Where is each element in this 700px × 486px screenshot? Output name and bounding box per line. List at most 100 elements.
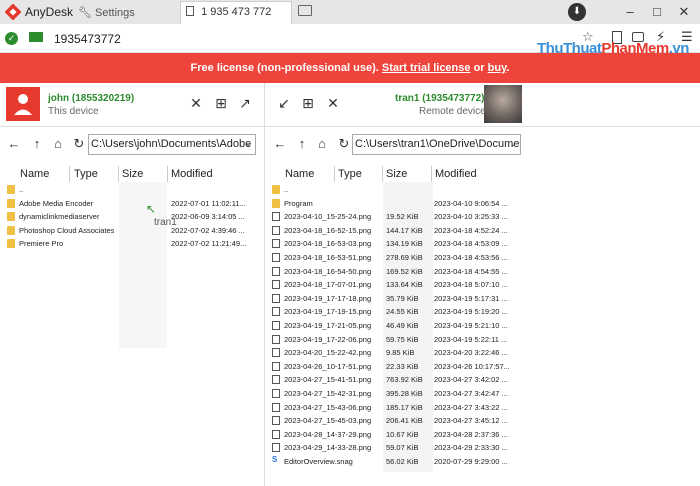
file-row[interactable]: 2023-04-18_16-52-15.png 144.17 KiB 2023-04… (265, 224, 700, 238)
local-path-input[interactable]: C:\Users\john\Documents\Adobe ⌄ (88, 134, 256, 155)
column-separator[interactable] (431, 166, 432, 182)
file-row[interactable]: Premiere Pro 2022-07-02 11:21:49... (0, 237, 264, 251)
upload-arrow-icon[interactable]: ↗ (236, 94, 254, 112)
col-name[interactable]: Name (285, 168, 314, 180)
file-name: 2023-04-28_14-37-29.png (284, 429, 372, 439)
image-file-icon (272, 266, 280, 276)
up-icon[interactable]: ↑ (294, 136, 310, 152)
col-modified[interactable]: Modified (435, 168, 477, 180)
folder-icon (7, 185, 15, 194)
menu-download-button[interactable]: ⬇ (568, 3, 586, 21)
file-size: 19.52 KiB (386, 212, 419, 222)
file-modified: 2022-07-01 11:02:11... (171, 198, 246, 208)
address-input[interactable]: 1935473772 (54, 32, 121, 46)
image-file-icon (272, 212, 280, 222)
download-arrow-icon[interactable]: ↙ (275, 94, 293, 112)
refresh-icon[interactable]: ↻ (71, 136, 87, 152)
file-name: 2023-04-27_15-43-06.png (284, 402, 372, 412)
column-separator[interactable] (118, 166, 119, 182)
new-folder-icon[interactable]: ⊞ (299, 94, 317, 112)
file-name: 2023-04-18_16-53-51.png (284, 253, 372, 262)
col-type[interactable]: Type (74, 168, 98, 180)
col-modified[interactable]: Modified (171, 168, 213, 180)
file-row[interactable]: .. (0, 183, 264, 197)
image-file-icon (272, 225, 280, 235)
file-row[interactable]: 2023-04-19_17-22-06.png 59.75 KiB 2023-04-… (265, 333, 700, 347)
maximize-button[interactable]: □ (648, 3, 666, 21)
file-row[interactable]: Program 2023-04-10 9:06:54 ... (265, 197, 700, 211)
file-row[interactable]: dynamiclinkmediaserver 2022-06-09 3:14:05… (0, 210, 264, 224)
home-icon[interactable]: ⌂ (314, 136, 330, 152)
file-modified: 2023-04-18 4:52:24 ... (434, 225, 508, 235)
file-row[interactable]: 2023-04-27_15-45-03.png 206.41 KiB 2023-04… (265, 414, 700, 428)
file-row[interactable]: 2023-04-28_14-37-29.png 10.67 KiB 2023-04-… (265, 428, 700, 442)
file-row[interactable]: S EditorOverview.snag 56.02 KiB 2020-07-29 … (265, 455, 700, 469)
file-row[interactable]: 2023-04-10_15-25-24.png 19.52 KiB 2023-04-… (265, 210, 700, 224)
file-row[interactable]: 2023-04-19_17-19-15.png 24.55 KiB 2023-04-… (265, 305, 700, 319)
image-file-icon (272, 239, 280, 249)
file-name: EditorOverview.snag (284, 457, 353, 466)
tab-session-label: 1 935 473 772 (201, 6, 272, 18)
chevron-down-icon[interactable]: ⌄ (509, 138, 517, 149)
column-separator[interactable] (167, 166, 168, 182)
file-size: 24.55 KiB (386, 307, 419, 317)
start-trial-link[interactable]: Start trial license (382, 62, 471, 74)
back-icon[interactable]: ← (272, 136, 288, 152)
col-size[interactable]: Size (122, 168, 143, 180)
file-name: .. (19, 185, 24, 194)
remote-column-header: Name Type Size Modified (265, 166, 700, 472)
file-modified: 2023-04-27 3:42:02 ... (434, 375, 508, 385)
home-icon[interactable]: ⌂ (50, 136, 66, 152)
up-icon[interactable]: ↑ (29, 136, 45, 152)
file-name: 2023-04-18_17-07-01.png (284, 280, 372, 290)
tab-session[interactable]: 1 935 473 772 (180, 1, 292, 24)
file-row[interactable]: 2023-04-18_16-54-50.png 169.52 KiB 2023-04… (265, 265, 700, 279)
snag-file-icon: S (272, 455, 278, 464)
file-name: 2023-04-29_14-33-28.png (284, 443, 372, 453)
file-name: 2023-04-19_17-22-06.png (284, 334, 372, 344)
image-file-icon (272, 402, 280, 412)
file-row[interactable]: 2023-04-18_16-53-03.png 134.19 KiB 2023-04… (265, 237, 700, 251)
file-row[interactable]: 2023-04-18_17-07-01.png 133.64 KiB 2023-04… (265, 278, 700, 292)
column-separator[interactable] (334, 166, 335, 182)
file-row[interactable]: 2023-04-27_15-42-31.png 395.28 KiB 2023-04… (265, 387, 700, 401)
close-icon[interactable]: ✕ (187, 94, 205, 112)
file-row[interactable]: 2023-04-18_16-53-51.png 278.69 KiB 2023-04… (265, 251, 700, 265)
file-row[interactable]: 2023-04-29_14-33-28.png 59.07 KiB 2023-04-… (265, 441, 700, 455)
minimize-button[interactable]: – (621, 3, 639, 21)
tab-settings[interactable]: 🔧︎ Settings (72, 2, 175, 24)
file-modified: 2023-04-10 3:25:33 ... (434, 212, 508, 222)
banner-or: or (470, 62, 488, 74)
column-separator[interactable] (69, 166, 70, 182)
folder-icon (272, 185, 280, 194)
col-type[interactable]: Type (338, 168, 362, 180)
remote-path-input[interactable]: C:\Users\tran1\OneDrive\Documents ⌄ (352, 134, 521, 155)
refresh-icon[interactable]: ↻ (336, 136, 352, 152)
chevron-down-icon[interactable]: ⌄ (244, 138, 252, 149)
file-size: 35.79 KiB (386, 293, 419, 303)
close-button[interactable]: ✕ (675, 3, 693, 21)
new-folder-icon[interactable]: ⊞ (212, 94, 230, 112)
file-row[interactable]: 2023-04-27_15-43-06.png 185.17 KiB 2023-04… (265, 401, 700, 415)
buy-link[interactable]: buy (488, 62, 507, 74)
file-row[interactable]: 2023-04-19_17-17-18.png 35.79 KiB 2023-04-… (265, 292, 700, 306)
file-name: dynamiclinkmediaserver (19, 212, 100, 222)
file-row[interactable]: 2023-04-20_15-22-42.png 9.85 KiB 2023-04-2… (265, 346, 700, 360)
file-name: 2023-04-27_15-41-51.png (284, 375, 372, 385)
new-session-icon[interactable] (298, 5, 312, 16)
image-file-icon (272, 443, 280, 453)
image-file-icon (272, 334, 280, 344)
col-name[interactable]: Name (20, 168, 49, 180)
file-row[interactable]: Adobe Media Encoder 2022-07-01 11:02:11..… (0, 197, 264, 211)
file-row[interactable]: 2023-04-27_15-41-51.png 763.92 KiB 2023-04… (265, 373, 700, 387)
file-row[interactable]: 2023-04-26_10-17-51.png 22.33 KiB 2023-04-… (265, 360, 700, 374)
title-bar: AnyDesk 🔧︎ Settings 1 935 473 772 ⬇ – □ … (0, 0, 700, 24)
file-row[interactable]: 2023-04-19_17-21-05.png 46.49 KiB 2023-04-… (265, 319, 700, 333)
local-path-text: C:\Users\john\Documents\Adobe (91, 138, 252, 150)
file-row[interactable]: Photoshop Cloud Associates 2022-07-02 4:3… (0, 224, 264, 238)
back-icon[interactable]: ← (6, 136, 22, 152)
column-separator[interactable] (382, 166, 383, 182)
col-size[interactable]: Size (386, 168, 407, 180)
close-icon[interactable]: ✕ (324, 94, 342, 112)
file-row[interactable]: .. (265, 183, 700, 197)
